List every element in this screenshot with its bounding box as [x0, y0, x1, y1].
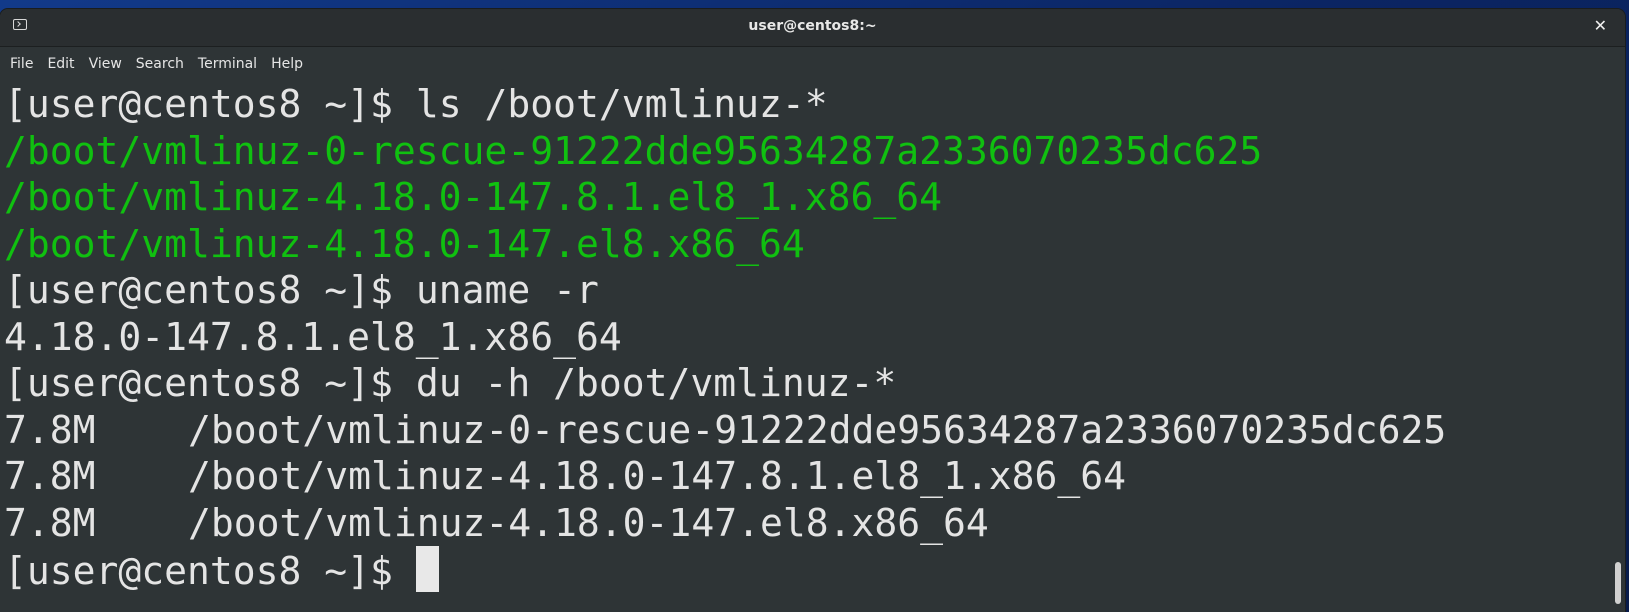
- du-path: /boot/vmlinuz-4.18.0-147.el8.x86_64: [188, 500, 989, 545]
- terminal-output[interactable]: [user@centos8 ~]$ ls /boot/vmlinuz-* /bo…: [0, 81, 1613, 612]
- du-size: 7.8M: [4, 407, 96, 452]
- close-button[interactable]: ✕: [1594, 16, 1607, 35]
- output-line: /boot/vmlinuz-4.18.0-147.8.1.el8_1.x86_6…: [4, 175, 942, 219]
- output-line: /boot/vmlinuz-0-rescue-91222dde95634287a…: [4, 128, 1263, 173]
- command-text: ls /boot/vmlinuz-*: [415, 82, 828, 126]
- window-title: user@centos8:~: [748, 18, 877, 34]
- title-bar[interactable]: user@centos8:~ ✕: [0, 9, 1625, 47]
- scrollbar-thumb[interactable]: [1615, 562, 1621, 604]
- du-row: 7.8M/boot/vmlinuz-4.18.0-147.el8.x86_64: [4, 500, 1613, 547]
- terminal-window: user@centos8:~ ✕ File Edit View Search T…: [0, 9, 1625, 612]
- scrollbar[interactable]: [1613, 81, 1621, 612]
- du-size: 7.8M: [4, 500, 96, 545]
- command-line: [user@centos8 ~]$ ls /boot/vmlinuz-*: [4, 81, 1613, 128]
- command-line: [user@centos8 ~]$: [4, 546, 1613, 593]
- output-line: /boot/vmlinuz-4.18.0-147.el8.x86_64: [4, 221, 805, 266]
- du-path: /boot/vmlinuz-4.18.0-147.8.1.el8_1.x86_6…: [188, 454, 1126, 498]
- du-row: 7.8M/boot/vmlinuz-4.18.0-147.8.1.el8_1.x…: [4, 453, 1613, 500]
- prompt: [user@centos8 ~]$: [4, 82, 416, 126]
- menu-help[interactable]: Help: [265, 52, 309, 76]
- command-text: uname -r: [415, 268, 599, 312]
- command-text: du -h /boot/vmlinuz-*: [415, 361, 897, 405]
- menu-terminal[interactable]: Terminal: [192, 52, 263, 76]
- du-path: /boot/vmlinuz-0-rescue-91222dde95634287a…: [188, 407, 1447, 452]
- text-cursor[interactable]: [415, 546, 439, 592]
- menu-view[interactable]: View: [83, 52, 128, 76]
- prompt: [user@centos8 ~]$: [4, 549, 416, 593]
- output-line: 4.18.0-147.8.1.el8_1.x86_64: [4, 314, 622, 359]
- command-line: [user@centos8 ~]$ du -h /boot/vmlinuz-*: [4, 360, 1613, 407]
- prompt: [user@centos8 ~]$: [4, 268, 416, 312]
- command-line: [user@centos8 ~]$ uname -r: [4, 267, 1613, 314]
- prompt: [user@centos8 ~]$: [4, 361, 416, 405]
- menu-search[interactable]: Search: [130, 52, 190, 76]
- du-size: 7.8M: [4, 454, 96, 498]
- du-row: 7.8M/boot/vmlinuz-0-rescue-91222dde95634…: [4, 407, 1613, 454]
- menu-file[interactable]: File: [4, 52, 39, 76]
- menu-edit[interactable]: Edit: [41, 52, 80, 76]
- menu-bar: File Edit View Search Terminal Help: [0, 47, 1625, 81]
